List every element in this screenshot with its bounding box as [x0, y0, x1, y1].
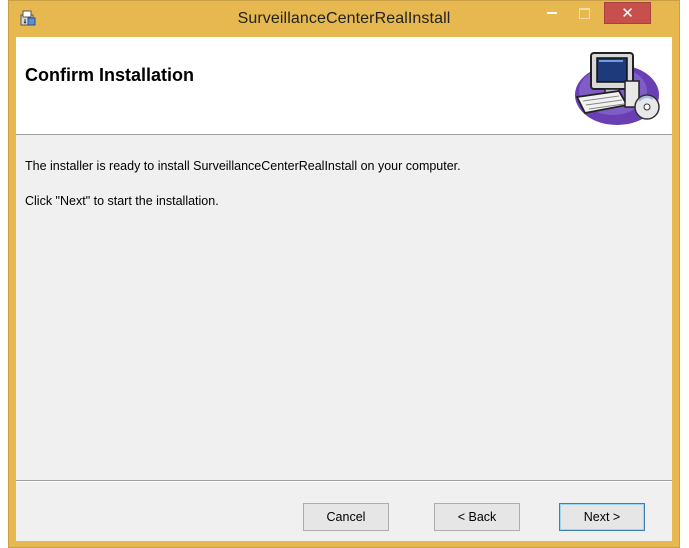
minimize-icon	[547, 12, 557, 14]
computer-installer-icon	[575, 52, 660, 125]
next-button[interactable]: Next >	[559, 503, 645, 531]
title-bar[interactable]: SurveillanceCenterRealInstall ✕	[9, 1, 679, 37]
maximize-icon	[579, 8, 590, 19]
page-title: Confirm Installation	[25, 65, 195, 85]
back-button[interactable]: < Back	[434, 503, 520, 531]
dialog-client-area: Confirm Installation The installer is re…	[16, 37, 672, 541]
installer-window: SurveillanceCenterRealInstall ✕ Confirm …	[8, 0, 680, 548]
maximize-button[interactable]	[569, 2, 599, 26]
header-banner: Confirm Installation	[16, 37, 672, 135]
close-button[interactable]: ✕	[604, 2, 651, 24]
cancel-button[interactable]: Cancel	[303, 503, 389, 531]
next-instruction: Click "Next" to start the installation.	[25, 194, 219, 208]
minimize-button[interactable]	[537, 2, 567, 26]
footer-divider	[16, 480, 672, 482]
close-icon: ✕	[621, 4, 634, 22]
ready-message: The installer is ready to install Survei…	[25, 159, 461, 173]
